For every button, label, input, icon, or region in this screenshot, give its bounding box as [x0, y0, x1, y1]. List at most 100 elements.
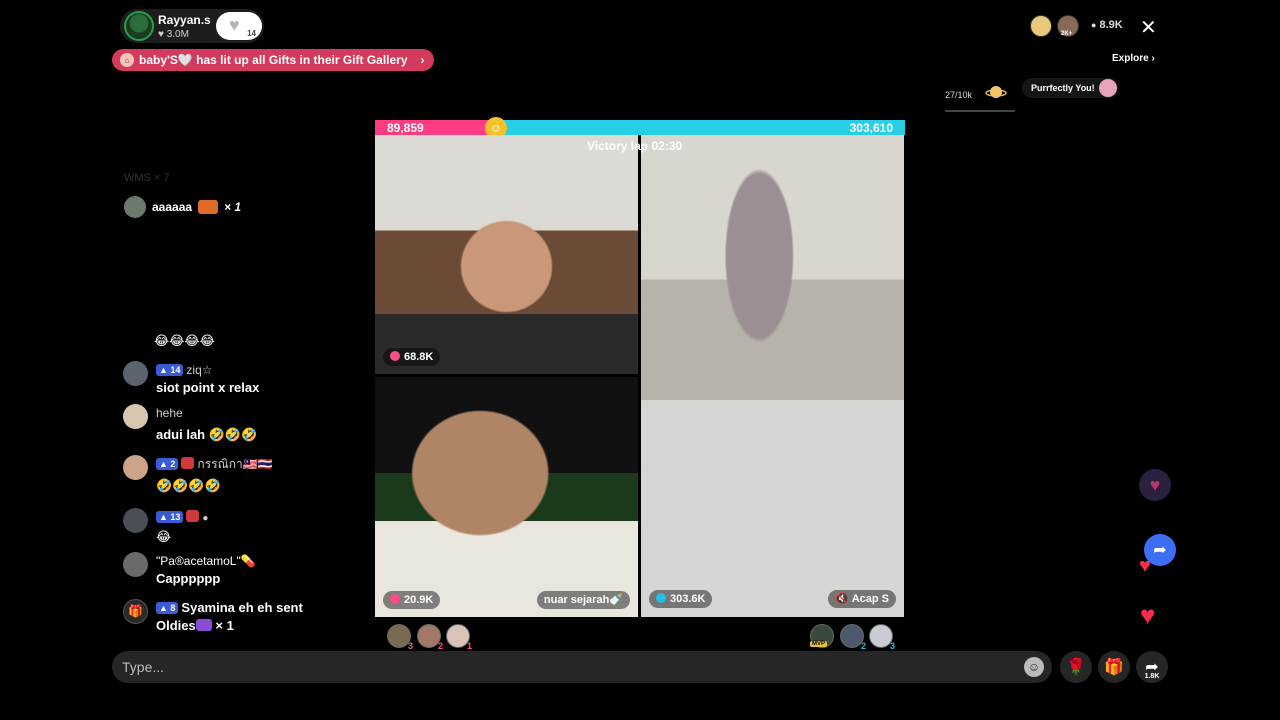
battle-tile-host[interactable]: 68.8K: [375, 135, 638, 374]
emoji-icon[interactable]: ☺: [1024, 657, 1044, 677]
close-icon[interactable]: ✕: [1140, 15, 1157, 40]
chat-message[interactable]: ▲ 14 ziq☆ siot point x relax: [123, 361, 259, 397]
gift-combo-line[interactable]: aaaaaa × 1: [124, 196, 241, 218]
tile-username[interactable]: 🔇 Acap S: [828, 590, 896, 608]
chat-input-bar[interactable]: ☺: [112, 651, 1052, 683]
gift-icon: [195, 619, 212, 631]
gift-message[interactable]: 🎁 ▲ 8 Syamina eh eh sent Oldies × 1: [123, 599, 303, 635]
planet-icon: [985, 86, 1007, 98]
chat-input[interactable]: [122, 651, 1002, 683]
tile-score-value: 303.6K: [670, 593, 706, 605]
chat-message: 😂😂😂😂: [154, 333, 215, 349]
fan-club-badge[interactable]: ♥ 14: [216, 12, 262, 40]
user-avatar[interactable]: [123, 404, 148, 429]
gifter-rank: 2: [437, 641, 443, 651]
gift-sender-line[interactable]: ▲ 8 Syamina eh eh sent: [156, 599, 303, 617]
gift-box-icon: 🎁: [123, 599, 148, 624]
right-gifter-avatar[interactable]: 2: [840, 624, 866, 651]
heart-icon: ♥: [229, 15, 240, 35]
chat-username[interactable]: hehe: [156, 404, 257, 422]
host-profile[interactable]: Rayyan.s ♥ 3.0M ♥ 14: [120, 9, 264, 43]
top-viewer-avatar[interactable]: 2K+: [1057, 15, 1079, 37]
chat-user-line[interactable]: ▲ 2 กรรณิกา🇲🇾🇹🇭: [156, 455, 273, 473]
like-heart-icon[interactable]: ♥: [1140, 600, 1155, 631]
gift-promo[interactable]: Purrfectly You!: [1022, 78, 1119, 98]
goal-progress: 27/10k: [945, 90, 973, 100]
battle-tile-guest-1[interactable]: 20.9K nuar sejarah🍼: [375, 377, 638, 617]
chat-text: 🤣🤣🤣🤣: [156, 478, 221, 493]
tile-score-value: 68.8K: [404, 351, 434, 363]
goal-progress-bar: [945, 110, 1015, 112]
banner-text: baby'S🤍 has lit up all Gifts in their Gi…: [139, 53, 408, 67]
score-icon: [390, 594, 400, 604]
gifter-rank: 2: [860, 641, 866, 651]
host-name: Rayyan.s: [158, 13, 211, 27]
viewer-count-value: 8.9K: [1099, 19, 1123, 31]
chat-message[interactable]: hehe adui lah 🤣🤣🤣: [123, 404, 257, 444]
gifter-rank: 3: [407, 641, 413, 651]
sent-label: sent: [276, 600, 303, 615]
fan-heart-icon: [181, 457, 195, 469]
share-button[interactable]: ➦ 1.8K: [1136, 651, 1168, 683]
left-gifter-avatar[interactable]: 2: [417, 624, 443, 651]
chat-user-line[interactable]: ▲ 14 ziq☆: [156, 361, 259, 379]
chevron-right-icon: ›: [420, 53, 425, 67]
chat-user-line[interactable]: ▲ 13 ●: [156, 508, 208, 528]
chat-username[interactable]: "Pa®acetamoL"💊: [156, 552, 256, 570]
battle-tile-opponent[interactable]: 303.6K 🔇 Acap S: [641, 135, 904, 617]
battle-score-bar: 89,859 ☺ 303,610: [375, 117, 905, 139]
chat-message[interactable]: ▲ 2 กรรณิกา🇲🇾🇹🇭 🤣🤣🤣🤣: [123, 455, 273, 495]
gifter-rank: 3: [889, 641, 895, 651]
right-gifter-avatar[interactable]: 3: [869, 624, 895, 651]
user-avatar[interactable]: [123, 361, 148, 386]
chat-username: ziq☆: [186, 363, 213, 377]
chat-text: Capppppp: [156, 571, 221, 586]
user-avatar[interactable]: [123, 508, 148, 533]
chat-message[interactable]: ▲ 13 ● 😂: [123, 508, 208, 546]
chat-username: Syamina eh eh: [181, 600, 273, 615]
gifter-rank: 1: [466, 641, 472, 651]
user-avatar[interactable]: [124, 196, 146, 218]
fan-club-count: 14: [247, 29, 256, 38]
gift-line: Oldies × 1: [156, 617, 303, 635]
share-arrow-icon[interactable]: ➦: [1144, 534, 1176, 566]
house-icon: ⌂: [120, 53, 134, 67]
chat-message[interactable]: "Pa®acetamoL"💊 Capppppp: [123, 552, 256, 588]
heart-icon: ♥: [158, 29, 167, 40]
tile-username[interactable]: nuar sejarah🍼: [536, 591, 630, 609]
chat-text: 😂: [156, 529, 172, 544]
top-viewer-avatar[interactable]: [1030, 15, 1052, 37]
rose-icon: 🌹: [1066, 659, 1086, 676]
left-gifter-avatar[interactable]: 3: [387, 624, 413, 651]
viewer-count[interactable]: ● 8.9K: [1091, 19, 1123, 31]
gift-icon: [198, 200, 219, 214]
user-avatar[interactable]: [123, 455, 148, 480]
score-icon: [656, 593, 666, 603]
cat-gift-icon: [1098, 79, 1117, 97]
host-avatar[interactable]: [124, 11, 154, 41]
gift-sender-name: aaaaaa: [152, 200, 193, 214]
battle-timer: Victory lap 02:30: [587, 139, 683, 153]
tile-score: 68.8K: [383, 348, 441, 366]
fading-gift-line: WMS × 7: [124, 172, 170, 184]
chat-text: siot point x relax: [156, 380, 260, 395]
user-avatar[interactable]: [123, 552, 148, 577]
score-icon: [390, 351, 400, 361]
rose-gift-button[interactable]: 🌹: [1060, 651, 1092, 683]
muted-speaker-icon: 🔇: [835, 593, 850, 605]
right-team-score: 303,610: [849, 121, 893, 135]
chat-text: adui lah 🤣🤣🤣: [156, 427, 258, 442]
heart-reaction-icon: ♥: [1139, 469, 1171, 501]
viewer-badge: 2K+: [1061, 31, 1073, 37]
tile-score: 20.9K: [383, 591, 441, 609]
gift-icon: 🎁: [1104, 659, 1124, 676]
host-likes-value: 3.0M: [166, 29, 189, 40]
person-icon: ●: [1091, 20, 1097, 30]
level-badge: ▲ 8: [156, 602, 179, 614]
gift-button[interactable]: 🎁: [1098, 651, 1130, 683]
gift-gallery-banner[interactable]: ⌂ baby'S🤍 has lit up all Gifts in their …: [112, 49, 434, 71]
mvp-badge: MVP: [810, 641, 828, 647]
left-gifter-avatar[interactable]: 1: [446, 624, 472, 651]
explore-link[interactable]: Explore ›: [1112, 53, 1155, 64]
apple-icon: ●: [202, 513, 209, 524]
